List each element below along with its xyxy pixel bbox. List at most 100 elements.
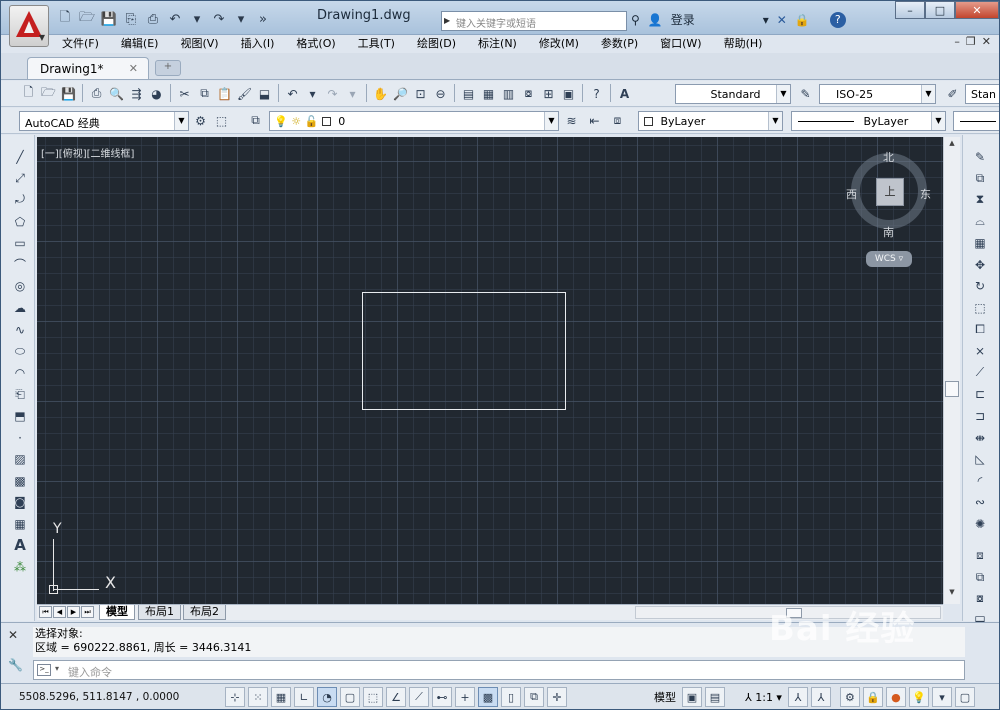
menu-parametric[interactable]: 参数(P) bbox=[590, 35, 649, 51]
model-space-button[interactable]: 模型 bbox=[651, 687, 679, 707]
break-icon[interactable]: ⊐ bbox=[970, 406, 990, 426]
menu-insert[interactable]: 插入(I) bbox=[230, 35, 286, 51]
erase-icon[interactable]: ✎ bbox=[970, 147, 990, 167]
send-to-back-icon[interactable]: ⧇ bbox=[970, 589, 990, 609]
tab-layout1[interactable]: 布局1 bbox=[138, 605, 181, 620]
redo-icon[interactable]: ↷ bbox=[323, 84, 342, 103]
redo-dropdown-icon[interactable]: ▾ bbox=[343, 84, 362, 103]
toolbar-lock-icon[interactable]: 🔒 bbox=[862, 687, 883, 707]
design-center-icon[interactable]: ▦ bbox=[479, 84, 498, 103]
compass-east-label[interactable]: 东 bbox=[920, 186, 931, 202]
viewport-controls-label[interactable]: [一][俯视][二维线框] bbox=[41, 145, 134, 160]
snap-mode-toggle[interactable]: ⁙ bbox=[248, 687, 268, 707]
scroll-up-icon[interactable]: ▲ bbox=[944, 139, 960, 153]
polyline-icon[interactable]: ⤾ bbox=[10, 190, 30, 210]
binoculars-icon[interactable]: ⚲ bbox=[631, 13, 640, 27]
object-snap-tracking-toggle[interactable]: ∠ bbox=[386, 687, 406, 707]
text-style-select[interactable]: Standard ▼ bbox=[675, 84, 791, 104]
save-icon[interactable]: 💾 bbox=[59, 84, 78, 103]
bring-to-front-icon[interactable]: ⧉ bbox=[970, 567, 990, 587]
login-dropdown-icon[interactable]: ▾ bbox=[763, 13, 769, 27]
menu-edit[interactable]: 编辑(E) bbox=[110, 35, 170, 51]
status-menu-icon[interactable]: ▾ bbox=[931, 687, 952, 707]
stretch-icon[interactable]: ⧠ bbox=[970, 320, 990, 340]
preview-icon[interactable]: 🔍 bbox=[107, 84, 126, 103]
3d-object-snap-toggle[interactable]: ⬚ bbox=[363, 687, 383, 707]
rotate-icon[interactable]: ↻ bbox=[970, 277, 990, 297]
text-style-icon[interactable]: A bbox=[615, 84, 634, 103]
cursor-coordinates[interactable]: 5508.5296, 511.8147 , 0.0000 bbox=[19, 691, 179, 703]
cut-icon[interactable]: ✂ bbox=[175, 84, 194, 103]
next-layout-icon[interactable]: ▶ bbox=[67, 606, 80, 618]
infer-constraints-toggle[interactable]: ⊹ bbox=[225, 687, 245, 707]
sheet-set-icon[interactable]: ⧇ bbox=[519, 84, 538, 103]
first-layout-icon[interactable]: ⏮ bbox=[39, 606, 52, 618]
fillet-icon[interactable]: ◜ bbox=[970, 471, 990, 491]
dynamic-ucs-toggle[interactable]: ⟋ bbox=[409, 687, 429, 707]
tab-model[interactable]: 模型 bbox=[99, 605, 135, 620]
new-tab-button[interactable]: + bbox=[155, 60, 181, 76]
trim-icon[interactable]: ⨯ bbox=[970, 341, 990, 361]
lineweight-control-select[interactable] bbox=[953, 111, 999, 131]
add-selected-icon[interactable]: ⁂ bbox=[10, 557, 30, 577]
rectangle-icon[interactable]: ▭ bbox=[10, 233, 30, 253]
hardware-acceleration-icon[interactable]: ● bbox=[885, 687, 906, 707]
publish-icon[interactable]: ⇶ bbox=[127, 84, 146, 103]
open-file-icon[interactable]: 🗁 bbox=[77, 9, 97, 29]
help-icon[interactable]: ? bbox=[829, 11, 846, 28]
lineweight-toggle[interactable]: + bbox=[455, 687, 475, 707]
layer-select[interactable]: 💡 ☼ 🔓 0 ▼ bbox=[269, 111, 559, 131]
workspace-switching-icon[interactable]: ⚙ bbox=[839, 687, 860, 707]
table-style-select[interactable]: Stan bbox=[965, 84, 999, 104]
dim-style-select[interactable]: ISO-25 ▼ bbox=[819, 84, 936, 104]
chevron-down-icon[interactable]: ▼ bbox=[776, 85, 790, 103]
prev-layout-icon[interactable]: ◀ bbox=[53, 606, 66, 618]
zoom-window-icon[interactable]: ⊡ bbox=[411, 84, 430, 103]
draw-order-icon[interactable]: ⧈ bbox=[970, 546, 990, 566]
properties-icon[interactable]: ▤ bbox=[459, 84, 478, 103]
tool-palettes-icon[interactable]: ▥ bbox=[499, 84, 518, 103]
compass-north-label[interactable]: 北 bbox=[883, 149, 894, 165]
save-as-icon[interactable]: ⎘ bbox=[121, 9, 141, 29]
undo-dropdown-icon[interactable]: ▾ bbox=[187, 9, 207, 29]
new-file-icon[interactable]: 🗋 bbox=[55, 9, 75, 29]
chevron-down-icon[interactable]: ▼ bbox=[544, 112, 558, 130]
drawing-canvas[interactable]: [一][俯视][二维线框] 上 北 南 东 西 WCS ▿ Y X bbox=[37, 137, 943, 604]
table-style-icon[interactable]: ✐ bbox=[943, 84, 962, 103]
menu-help[interactable]: 帮助(H) bbox=[713, 35, 774, 51]
construction-line-icon[interactable]: ⤢ bbox=[10, 169, 30, 189]
mirror-icon[interactable]: ⧗ bbox=[970, 190, 990, 210]
workspace-settings-icon[interactable]: ⚙ bbox=[191, 111, 210, 130]
circle-icon[interactable]: ◎ bbox=[10, 277, 30, 297]
close-tab-icon[interactable]: ✕ bbox=[129, 62, 138, 75]
match-properties-icon[interactable]: 🖌 bbox=[235, 84, 254, 103]
vertical-scrollbar[interactable]: ▲ ▼ bbox=[943, 137, 960, 604]
help-icon[interactable]: ? bbox=[587, 84, 606, 103]
3d-dwf-icon[interactable]: ◕ bbox=[147, 84, 166, 103]
pan-icon[interactable]: ✋ bbox=[371, 84, 390, 103]
doc-minimize-icon[interactable]: – bbox=[954, 35, 960, 48]
quick-view-drawings-icon[interactable]: ▤ bbox=[705, 687, 725, 707]
menu-modify[interactable]: 修改(M) bbox=[528, 35, 590, 51]
dim-style-icon[interactable]: ✎ bbox=[796, 84, 815, 103]
compass-south-label[interactable]: 南 bbox=[883, 224, 894, 240]
chevron-down-icon[interactable]: ▼ bbox=[931, 112, 945, 130]
chamfer-icon[interactable]: ◺ bbox=[970, 449, 990, 469]
workspace-select[interactable]: AutoCAD 经典 ▼ bbox=[19, 111, 189, 131]
paste-icon[interactable]: 📋 bbox=[215, 84, 234, 103]
tab-drawing1[interactable]: Drawing1* ✕ bbox=[27, 57, 149, 79]
user-icon[interactable]: 👤 bbox=[648, 13, 663, 27]
polygon-icon[interactable]: ⬠ bbox=[10, 212, 30, 232]
menu-file[interactable]: 文件(F) bbox=[51, 35, 110, 51]
explode-icon[interactable]: ✺ bbox=[970, 514, 990, 534]
transparency-toggle[interactable]: ▩ bbox=[478, 687, 498, 707]
layer-states-icon[interactable]: ⧈ bbox=[608, 111, 627, 130]
recent-commands-icon[interactable]: >_ bbox=[37, 664, 51, 676]
application-menu-button[interactable]: ▼ bbox=[9, 5, 49, 47]
close-command-icon[interactable]: ✕ bbox=[8, 628, 23, 642]
object-snap-toggle[interactable]: ▢ bbox=[340, 687, 360, 707]
maximize-button[interactable]: □ bbox=[925, 1, 955, 19]
annotation-scale[interactable]: ⅄ 1:1 ▾ bbox=[742, 689, 785, 706]
print-icon[interactable]: ⎙ bbox=[143, 9, 163, 29]
viewcube[interactable]: 上 bbox=[876, 178, 904, 206]
